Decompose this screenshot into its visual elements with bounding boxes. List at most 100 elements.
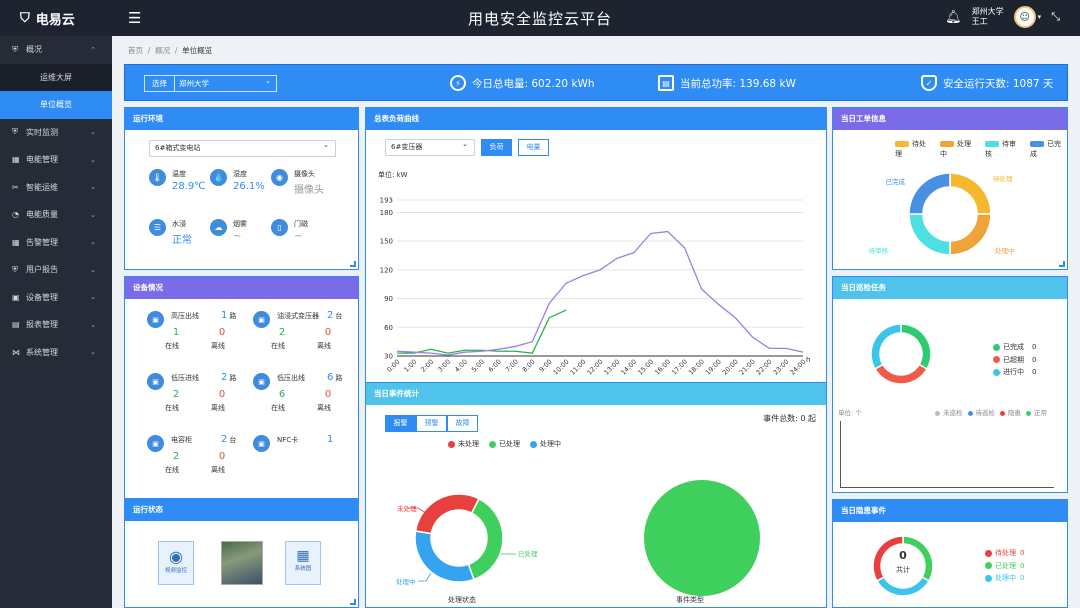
sidebar-item-10[interactable]: ▤ 报表管理 ⌄ xyxy=(0,311,112,339)
legend-unprocessed[interactable]: 未处理 xyxy=(448,439,479,449)
wo-slice[interactable] xyxy=(908,172,951,215)
env-value: ~ xyxy=(294,231,303,242)
chevron-down-icon[interactable]: ⌄ xyxy=(90,348,96,356)
hazard-legend-item[interactable]: 已处理 0 xyxy=(985,560,1024,573)
device-name: 油浸式变压器 xyxy=(277,312,319,320)
sidebar-item-4[interactable]: ▦ 电能管理 ⌄ xyxy=(0,146,112,174)
bell-icon[interactable]: 🔔︎ xyxy=(945,10,962,25)
chevron-down-icon[interactable]: ⌄ xyxy=(90,211,96,219)
substation-photo[interactable] xyxy=(221,541,263,585)
events-pie-charts: 未处理已处理处理中 xyxy=(396,480,760,596)
avatar[interactable]: ☺ xyxy=(1013,6,1036,28)
report-icon: ▤ xyxy=(12,320,20,330)
inspection-legend-item[interactable]: 已完成 0 xyxy=(993,341,1036,354)
hazard-slice[interactable] xyxy=(875,575,931,597)
sidebar: ⛨ 概况 ⌃ 运维大屏 单位概览 ⛨ 实时监测 ⌄ ▦ 电能管理 ⌄ ✂ 智能运维 ⌄ ◔ 电能质量 ⌄ ▦ 告警管… xyxy=(0,36,112,608)
process-status-slice[interactable] xyxy=(467,497,504,581)
legend-processed[interactable]: 已处理 xyxy=(489,439,520,449)
y-tick-label: 193 xyxy=(380,197,393,205)
sidebar-item-0[interactable]: ⛨ 概况 ⌃ xyxy=(0,36,112,64)
sidebar-item-6[interactable]: ◔ 电能质量 ⌄ xyxy=(0,201,112,229)
inspection-legend2: 未巡检 待巡检 隐患 正常 xyxy=(935,407,1047,417)
env-text: 温度 28.9℃ xyxy=(172,169,206,192)
logo[interactable]: ⛉ 电易云 xyxy=(20,9,75,28)
tab-warning[interactable]: 预警 xyxy=(416,415,447,432)
chevron-down-icon[interactable]: ⌄ xyxy=(90,128,96,136)
camera-icon: ◉ xyxy=(169,547,183,566)
tab-energy[interactable]: 电量 xyxy=(518,139,549,156)
sidebar-item-11[interactable]: ⋈ 系统管理 ⌄ xyxy=(0,339,112,367)
wo-slice-label: 待处理 xyxy=(993,174,1013,183)
inspection-legend-item[interactable]: 已超期 0 xyxy=(993,354,1036,367)
inspection-slice[interactable] xyxy=(873,363,929,385)
wo-slice[interactable] xyxy=(949,172,992,215)
sidebar-item-3[interactable]: ⛨ 实时监测 ⌄ xyxy=(0,119,112,147)
menu-toggle-icon[interactable]: ☰ xyxy=(128,9,141,27)
sidebar-subitem-2[interactable]: 单位概览 xyxy=(0,91,112,119)
legend-value: 0 xyxy=(1020,561,1025,570)
breadcrumb: 首页 / 概况 / 单位概览 xyxy=(128,46,213,55)
inspection-legend-item[interactable]: 进行中 0 xyxy=(993,366,1036,379)
offline-label: 离线 xyxy=(211,404,225,412)
inspection-legend2-item[interactable]: 正常 xyxy=(1026,407,1047,417)
sidebar-subitem-1[interactable]: 运维大屏 xyxy=(0,63,112,91)
legend-value: 0 xyxy=(1032,355,1037,364)
video-monitor-button[interactable]: ◉ 视频监控 xyxy=(158,541,194,585)
sidebar-item-5[interactable]: ✂ 智能运维 ⌄ xyxy=(0,174,112,202)
select-label[interactable]: 选择 xyxy=(145,76,175,91)
sidebar-item-8[interactable]: ⛨ 用户报告 ⌄ xyxy=(0,256,112,284)
chevron-down-icon[interactable]: ⌄ xyxy=(90,321,96,329)
chevron-down-icon[interactable]: ⌄ xyxy=(90,183,96,191)
diagram-icon: ▦ xyxy=(296,548,310,564)
env-text: 摄像头 摄像头 xyxy=(294,169,324,196)
x-tick-label: 5:00 xyxy=(470,358,486,374)
x-tick-label: 7:00 xyxy=(504,358,520,374)
wo-slice[interactable] xyxy=(949,213,992,256)
chevron-down-icon[interactable]: ⌄ xyxy=(90,238,96,246)
select-value[interactable]: 郑州大学 xyxy=(175,73,276,91)
chevron-down-icon[interactable]: ⌄ xyxy=(90,156,96,164)
device-icon: ▣ xyxy=(147,435,164,452)
chevron-down-icon[interactable]: ⌄ xyxy=(90,293,96,301)
breadcrumb-home[interactable]: 首页 xyxy=(128,46,143,55)
process-status-slice[interactable] xyxy=(414,530,475,583)
chevron-down-icon[interactable]: ⌄ xyxy=(90,266,96,274)
device-online: 2 xyxy=(278,327,286,338)
slice-label-processed: 已处理 xyxy=(518,549,538,558)
tab-alarm[interactable]: 报警 xyxy=(385,415,416,432)
inspection-legend2-item[interactable]: 隐患 xyxy=(1000,407,1021,417)
inspection-legend2-item[interactable]: 待巡检 xyxy=(967,407,996,417)
system-diagram-button[interactable]: ▦ 系统图 xyxy=(285,541,321,585)
unit-select[interactable]: 选择 郑州大学 xyxy=(144,73,277,92)
hazard-legend-item[interactable]: 待处理 0 xyxy=(985,547,1024,560)
breadcrumb-l2[interactable]: 概况 xyxy=(155,46,170,55)
substation-select[interactable]: 6#箱式变电站 xyxy=(149,138,336,157)
legend-label: 进行中 xyxy=(1003,368,1024,376)
device-count: 2路 xyxy=(221,372,236,383)
inspection-legend2-item[interactable]: 未巡检 xyxy=(935,407,963,417)
devices-title: 设备情况 xyxy=(125,277,358,299)
device-total: 1 xyxy=(221,310,228,321)
legend-value: 0 xyxy=(1032,368,1037,376)
sidebar-item-9[interactable]: ▣ 设备管理 ⌄ xyxy=(0,284,112,312)
wo-slice[interactable] xyxy=(908,213,951,256)
smoke-icon: ☁ xyxy=(210,219,227,236)
env-text: 烟雾 ~ xyxy=(233,219,247,242)
fullscreen-icon[interactable]: ⤡ xyxy=(1051,10,1060,24)
tab-fault[interactable]: 故障 xyxy=(447,415,478,432)
device-name: 电容柜 xyxy=(171,436,192,444)
legend-label: 待巡检 xyxy=(975,409,996,417)
process-status-slice[interactable] xyxy=(414,493,480,535)
hazard-legend-item[interactable]: 处理中 0 xyxy=(985,572,1024,585)
chevron-down-icon[interactable]: ▾ xyxy=(1038,13,1042,21)
legend-processing[interactable]: 处理中 xyxy=(530,439,561,449)
chevron-up-icon[interactable]: ⌃ xyxy=(90,46,96,54)
tab-load[interactable]: 负荷 xyxy=(481,139,512,156)
inspection-slice[interactable] xyxy=(900,323,932,371)
sidebar-item-7[interactable]: ▦ 告警管理 ⌄ xyxy=(0,229,112,257)
inspection-slice[interactable] xyxy=(870,323,902,371)
transformer-select[interactable]: 6#变压器 xyxy=(385,137,475,156)
event-type-slice[interactable] xyxy=(644,480,760,596)
door-icon: ▯ xyxy=(271,219,288,236)
legend-swatch xyxy=(1030,141,1044,147)
